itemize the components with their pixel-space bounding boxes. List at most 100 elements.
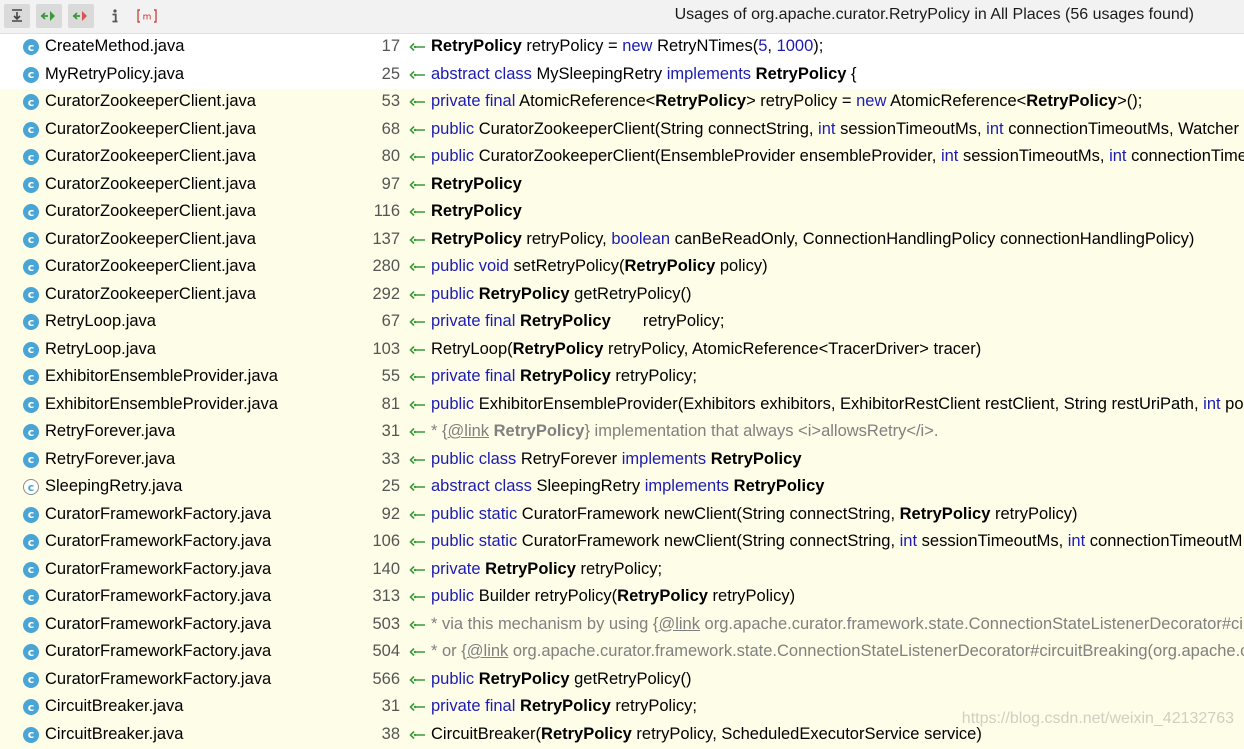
file-name[interactable]: CreateMethod.java [45,37,184,56]
usage-row[interactable]: cCuratorFrameworkFactory.java92public st… [0,502,1244,530]
usage-code[interactable]: RetryPolicy [431,202,522,221]
usage-row[interactable]: cRetryForever.java33public class RetryFo… [0,447,1244,475]
info-icon[interactable] [102,4,128,28]
file-name[interactable]: CuratorFrameworkFactory.java [45,505,271,524]
file-name[interactable]: CircuitBreaker.java [45,697,183,716]
file-name[interactable]: SleepingRetry.java [45,477,182,496]
usage-row[interactable]: cCuratorZookeeperClient.java68public Cur… [0,117,1244,145]
usage-row[interactable]: cMyRetryPolicy.java25abstract class MySl… [0,62,1244,90]
file-name[interactable]: RetryForever.java [45,422,175,441]
usage-code[interactable]: abstract class MySleepingRetry implement… [431,65,857,84]
usage-code[interactable]: RetryPolicy retryPolicy = new RetryNTime… [431,37,823,56]
method-filter-icon[interactable]: m [134,4,160,28]
file-name[interactable]: CuratorFrameworkFactory.java [45,587,271,606]
file-name[interactable]: MyRetryPolicy.java [45,65,184,84]
line-number: 280 [372,257,400,276]
code-token: public static [431,532,517,550]
line-number: 31 [382,697,400,716]
line-number: 137 [372,230,400,249]
code-token: public [431,120,474,138]
class-icon: c [23,424,39,440]
file-name[interactable]: CuratorZookeeperClient.java [45,175,256,194]
usage-code[interactable]: private RetryPolicy retryPolicy; [431,560,662,579]
file-name[interactable]: CuratorZookeeperClient.java [45,285,256,304]
file-name[interactable]: CuratorFrameworkFactory.java [45,642,271,661]
usage-code[interactable]: public class RetryForever implements Ret… [431,450,802,469]
usage-code[interactable]: private final RetryPolicy retryPolicy; [431,367,697,386]
file-name[interactable]: CuratorZookeeperClient.java [45,92,256,111]
code-token: new [622,37,652,55]
usage-code[interactable]: public RetryPolicy getRetryPolicy() [431,285,691,304]
usage-code[interactable]: public Builder retryPolicy(RetryPolicy r… [431,587,795,606]
usage-row[interactable]: cCuratorZookeeperClient.java137RetryPoli… [0,227,1244,255]
usage-code[interactable]: CircuitBreaker(RetryPolicy retryPolicy, … [431,725,982,744]
code-token: AtomicReference< [515,92,655,110]
usage-code[interactable]: private final RetryPolicy retryPolicy; [431,312,724,331]
code-token: RetryPolicy [431,230,522,248]
usage-row[interactable]: cCuratorFrameworkFactory.java503* via th… [0,612,1244,640]
file-name[interactable]: CuratorZookeeperClient.java [45,147,256,166]
usage-row[interactable]: cCuratorZookeeperClient.java80public Cur… [0,144,1244,172]
code-token: public [431,670,474,688]
class-icon: c [23,122,39,138]
file-name[interactable]: RetryLoop.java [45,340,156,359]
code-token: int [1068,532,1085,550]
usage-row[interactable]: cRetryLoop.java103RetryLoop(RetryPolicy … [0,337,1244,365]
usage-code[interactable]: public CuratorZookeeperClient(EnsemblePr… [431,147,1244,166]
next-occurrence-icon[interactable] [68,4,94,28]
usage-row[interactable]: cCuratorFrameworkFactory.java566public R… [0,667,1244,695]
usage-row[interactable]: cSleepingRetry.java25abstract class Slee… [0,474,1244,502]
usage-arrow-icon [408,150,426,164]
usage-row[interactable]: cRetryLoop.java67private final RetryPoli… [0,309,1244,337]
file-name[interactable]: CircuitBreaker.java [45,725,183,744]
line-number: 33 [382,450,400,469]
usage-code[interactable]: public CuratorZookeeperClient(String con… [431,120,1239,139]
file-name[interactable]: CuratorZookeeperClient.java [45,120,256,139]
usage-code[interactable]: private final RetryPolicy retryPolicy; [431,697,697,716]
previous-occurrence-icon[interactable] [36,4,62,28]
file-name[interactable]: CuratorZookeeperClient.java [45,257,256,276]
file-name[interactable]: CuratorZookeeperClient.java [45,230,256,249]
file-name[interactable]: CuratorFrameworkFactory.java [45,532,271,551]
usage-row[interactable]: cCuratorFrameworkFactory.java106public s… [0,529,1244,557]
usage-row[interactable]: cCuratorFrameworkFactory.java140private … [0,557,1244,585]
file-name[interactable]: CuratorFrameworkFactory.java [45,670,271,689]
usage-code[interactable]: abstract class SleepingRetry implements … [431,477,824,496]
usage-row[interactable]: cCreateMethod.java17RetryPolicy retryPol… [0,34,1244,62]
collapse-all-icon[interactable] [4,4,30,28]
file-name[interactable]: ExhibitorEnsembleProvider.java [45,367,278,386]
usage-row[interactable]: cCuratorZookeeperClient.java53private fi… [0,89,1244,117]
file-name[interactable]: RetryLoop.java [45,312,156,331]
usage-code[interactable]: private final AtomicReference<RetryPolic… [431,92,1142,111]
usage-row[interactable]: cCuratorFrameworkFactory.java504* or {@l… [0,639,1244,667]
usage-code[interactable]: * via this mechanism by using {@link org… [431,615,1244,634]
usage-row[interactable]: cRetryForever.java31* {@link RetryPolicy… [0,419,1244,447]
usage-row[interactable]: cCuratorZookeeperClient.java116RetryPoli… [0,199,1244,227]
usage-code[interactable]: * or {@link org.apache.curator.framework… [431,642,1244,661]
file-name[interactable]: CuratorFrameworkFactory.java [45,560,271,579]
usage-code[interactable]: public void setRetryPolicy(RetryPolicy p… [431,257,768,276]
usage-arrow-icon [408,95,426,109]
usage-row[interactable]: cExhibitorEnsembleProvider.java55private… [0,364,1244,392]
class-icon: c [23,369,39,385]
usage-code[interactable]: RetryPolicy retryPolicy, boolean canBeRe… [431,230,1194,249]
line-number: 503 [372,615,400,634]
usage-code[interactable]: public ExhibitorEnsembleProvider(Exhibit… [431,395,1244,414]
usage-row[interactable]: cCuratorFrameworkFactory.java313public B… [0,584,1244,612]
usage-row[interactable]: cCuratorZookeeperClient.java280public vo… [0,254,1244,282]
file-name[interactable]: ExhibitorEnsembleProvider.java [45,395,278,414]
usage-row[interactable]: cCuratorZookeeperClient.java292public Re… [0,282,1244,310]
usage-code[interactable]: public static CuratorFramework newClient… [431,505,1078,524]
usage-code[interactable]: * {@link RetryPolicy} implementation tha… [431,422,938,441]
usage-row[interactable]: cCuratorZookeeperClient.java97RetryPolic… [0,172,1244,200]
file-name[interactable]: CuratorZookeeperClient.java [45,202,256,221]
usage-code[interactable]: public static CuratorFramework newClient… [431,532,1242,551]
file-name[interactable]: RetryForever.java [45,450,175,469]
usage-arrow-icon [408,40,426,54]
usage-code[interactable]: RetryLoop(RetryPolicy retryPolicy, Atomi… [431,340,981,359]
usage-code[interactable]: RetryPolicy [431,175,522,194]
code-token: @link [467,642,509,660]
usage-code[interactable]: public RetryPolicy getRetryPolicy() [431,670,691,689]
usage-row[interactable]: cExhibitorEnsembleProvider.java81public … [0,392,1244,420]
file-name[interactable]: CuratorFrameworkFactory.java [45,615,271,634]
